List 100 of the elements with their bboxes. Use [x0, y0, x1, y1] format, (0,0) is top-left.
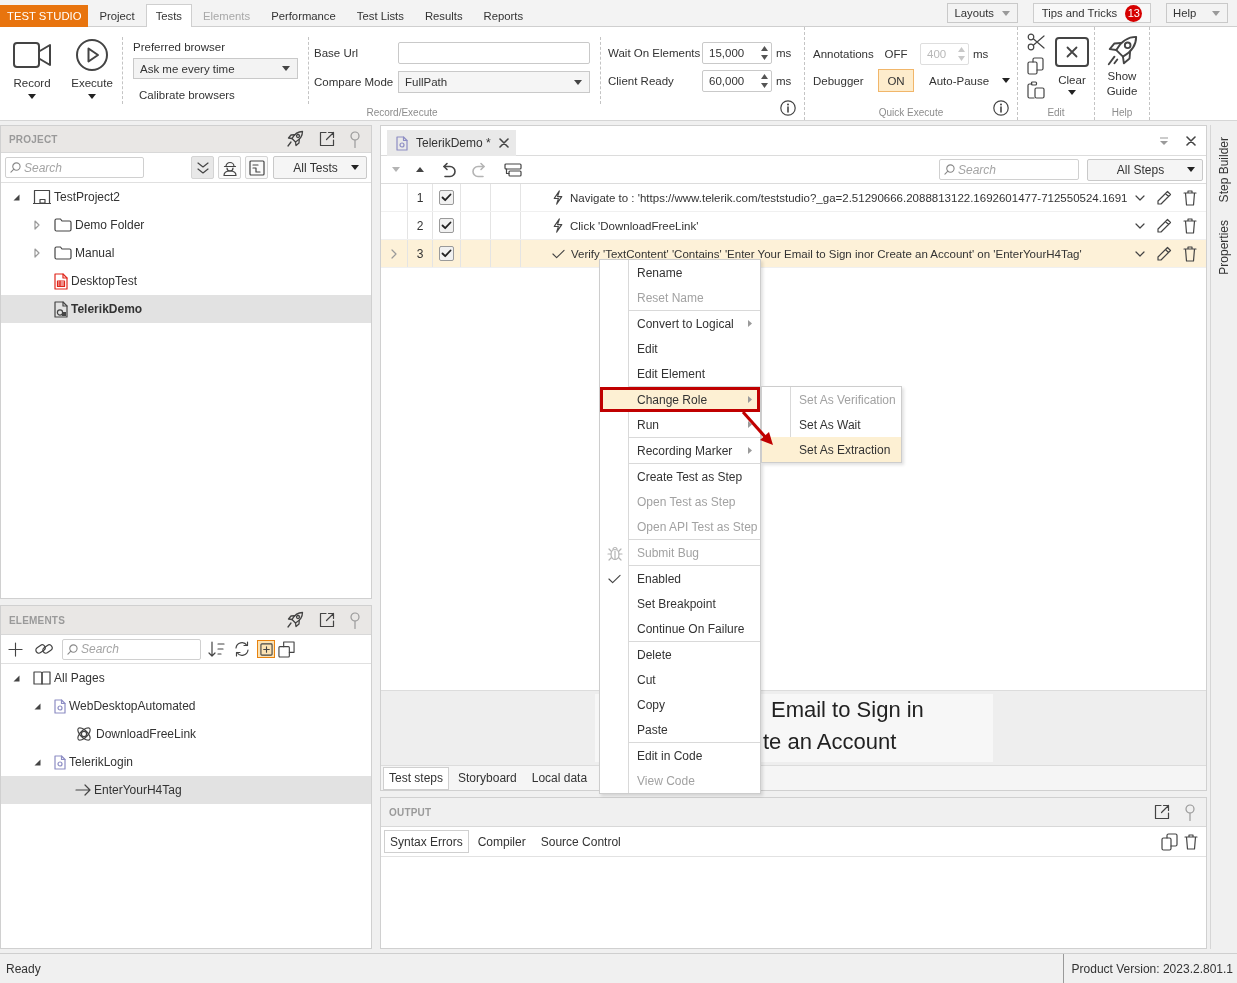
undo-icon[interactable]: [440, 161, 456, 178]
menu-item[interactable]: Cut: [600, 667, 760, 692]
stack-icon[interactable]: [504, 162, 522, 177]
tab-list-icon[interactable]: [1160, 136, 1168, 145]
menu-item[interactable]: Set As Extraction: [762, 437, 901, 462]
spin-arrows-icon[interactable]: [760, 71, 769, 91]
info-icon[interactable]: [780, 100, 796, 116]
search-field[interactable]: Search: [939, 159, 1079, 180]
highlight-toggle[interactable]: [257, 640, 275, 658]
expanded-triangle-icon[interactable]: [33, 702, 41, 710]
link-icon[interactable]: [34, 642, 54, 656]
tree-item[interactable]: TelerikLogin: [1, 748, 371, 776]
execute-button[interactable]: Execute: [62, 27, 122, 104]
close-icon[interactable]: [498, 138, 509, 148]
ribbon-tab[interactable]: Results: [414, 4, 473, 27]
menu-item[interactable]: Convert to Logical: [600, 311, 760, 336]
edit-icon[interactable]: [1156, 189, 1172, 206]
ribbon-tab[interactable]: Test Lists: [346, 4, 414, 27]
rocket-icon[interactable]: [286, 611, 304, 629]
checkbox[interactable]: [439, 218, 454, 233]
collapsed-triangle-icon[interactable]: [34, 248, 40, 258]
menu-item[interactable]: Paste: [600, 717, 760, 742]
chevron-down-icon[interactable]: [1135, 222, 1145, 229]
step-row[interactable]: 1 Navigate to : 'https://www.telerik.com/teststudio?_ga=2.51290666.2088813122.1692601477-712550524.1691: [381, 184, 1206, 212]
expanded-triangle-icon[interactable]: [12, 193, 20, 201]
calibrate-button[interactable]: Calibrate browsers: [133, 86, 241, 104]
info-icon[interactable]: [993, 100, 1009, 116]
side-tab[interactable]: Step Builder: [1216, 134, 1232, 206]
search-field[interactable]: Search: [62, 638, 201, 660]
ribbon-tab[interactable]: Tests: [145, 4, 193, 27]
tree-item[interactable]: WebDesktopAutomated: [1, 692, 371, 720]
pop-out-icon[interactable]: [319, 131, 335, 147]
step-row[interactable]: 3 Verify 'TextContent' 'Contains' 'Enter Your Email to Sign inor Create an Account' on 'EnterYourH4Tag': [381, 240, 1206, 268]
menu-item[interactable]: Delete: [600, 642, 760, 667]
menu-item[interactable]: Copy: [600, 692, 760, 717]
menu-item[interactable]: Set As Wait: [762, 412, 901, 437]
test-filter-dropdown[interactable]: All Tests: [273, 156, 367, 179]
view-tab[interactable]: Storyboard: [452, 766, 523, 790]
view-tab[interactable]: Local data: [525, 766, 594, 790]
ribbon-tab[interactable]: Performance: [261, 4, 346, 27]
tree-item[interactable]: TelerikDemo: [1, 295, 371, 323]
tree-item[interactable]: Demo Folder: [1, 211, 371, 239]
menu-item[interactable]: Continue On Failure: [600, 616, 760, 641]
cut-icon[interactable]: [1027, 33, 1045, 51]
delete-icon[interactable]: [1183, 245, 1197, 262]
auto-pause-dropdown[interactable]: Auto-Pause: [929, 74, 1011, 87]
menu-item[interactable]: Edit in Code: [600, 743, 760, 768]
step-filter-dropdown[interactable]: All Steps: [1087, 158, 1203, 181]
ribbon-tab[interactable]: Project: [89, 4, 145, 27]
checkbox[interactable]: [439, 246, 454, 261]
chevron-down-icon[interactable]: [1135, 194, 1145, 201]
delete-icon[interactable]: [1183, 217, 1197, 234]
copy-icon[interactable]: [1027, 57, 1044, 75]
checkbox[interactable]: [439, 190, 454, 205]
ribbon-tab[interactable]: Reports: [473, 4, 534, 27]
output-tab[interactable]: Source Control: [534, 830, 627, 853]
tips-button[interactable]: Tips and Tricks 13: [1033, 3, 1151, 23]
base-url-field[interactable]: [398, 42, 590, 64]
pop-out-icon[interactable]: [319, 612, 335, 628]
plus-icon[interactable]: [8, 641, 23, 657]
refresh-icon[interactable]: [234, 641, 250, 657]
menu-item[interactable]: Edit: [600, 336, 760, 361]
menu-item[interactable]: Recording Marker: [600, 438, 760, 463]
collapsed-triangle-icon[interactable]: [34, 220, 40, 230]
up-triangle-icon[interactable]: [416, 167, 424, 172]
browser-dropdown[interactable]: Ask me every time: [133, 58, 298, 79]
number-spinner[interactable]: 15,000: [702, 42, 772, 64]
tree-item[interactable]: All Pages: [1, 664, 371, 692]
duplicate-icon[interactable]: [278, 640, 295, 658]
expanded-triangle-icon[interactable]: [33, 758, 41, 766]
menu-item[interactable]: Edit Element: [600, 361, 760, 386]
document-tab[interactable]: TelerikDemo *: [387, 130, 516, 156]
close-icon[interactable]: [1186, 135, 1196, 146]
tree-item[interactable]: EnterYourH4Tag: [1, 776, 371, 804]
sort-icon[interactable]: [208, 641, 225, 657]
tree-item[interactable]: DesktopTest: [1, 267, 371, 295]
tree-item[interactable]: Manual: [1, 239, 371, 267]
chevron-down-icon[interactable]: [1135, 250, 1145, 257]
spin-arrows-icon[interactable]: [760, 43, 769, 63]
tree-item[interactable]: TestProject2: [1, 183, 371, 211]
tree-item[interactable]: DownloadFreeLink: [1, 720, 371, 748]
number-spinner[interactable]: 60,000: [702, 70, 772, 92]
menu-item[interactable]: Run: [600, 412, 760, 437]
view-tab[interactable]: Test steps: [383, 766, 450, 790]
dropdown-button[interactable]: Help: [1166, 3, 1228, 23]
rocket-icon[interactable]: [286, 130, 304, 148]
dropdown-button[interactable]: Layouts: [947, 3, 1018, 23]
collapse-all-button[interactable]: [191, 156, 214, 179]
paste-icon[interactable]: [1027, 81, 1045, 99]
search-field[interactable]: Search: [5, 157, 144, 178]
menu-item[interactable]: Set Breakpoint: [600, 591, 760, 616]
menu-item[interactable]: Create Test as Step: [600, 464, 760, 489]
output-tab[interactable]: Syntax Errors: [384, 830, 469, 853]
edit-icon[interactable]: [1156, 245, 1172, 262]
copy-icon[interactable]: [1161, 832, 1178, 851]
delete-icon[interactable]: [1184, 833, 1198, 850]
menu-item[interactable]: Change Role: [600, 387, 760, 412]
clear-button[interactable]: Clear: [1055, 33, 1089, 104]
record-button[interactable]: Record: [2, 27, 62, 104]
show-guide-button[interactable]: Show Guide: [1095, 27, 1149, 104]
